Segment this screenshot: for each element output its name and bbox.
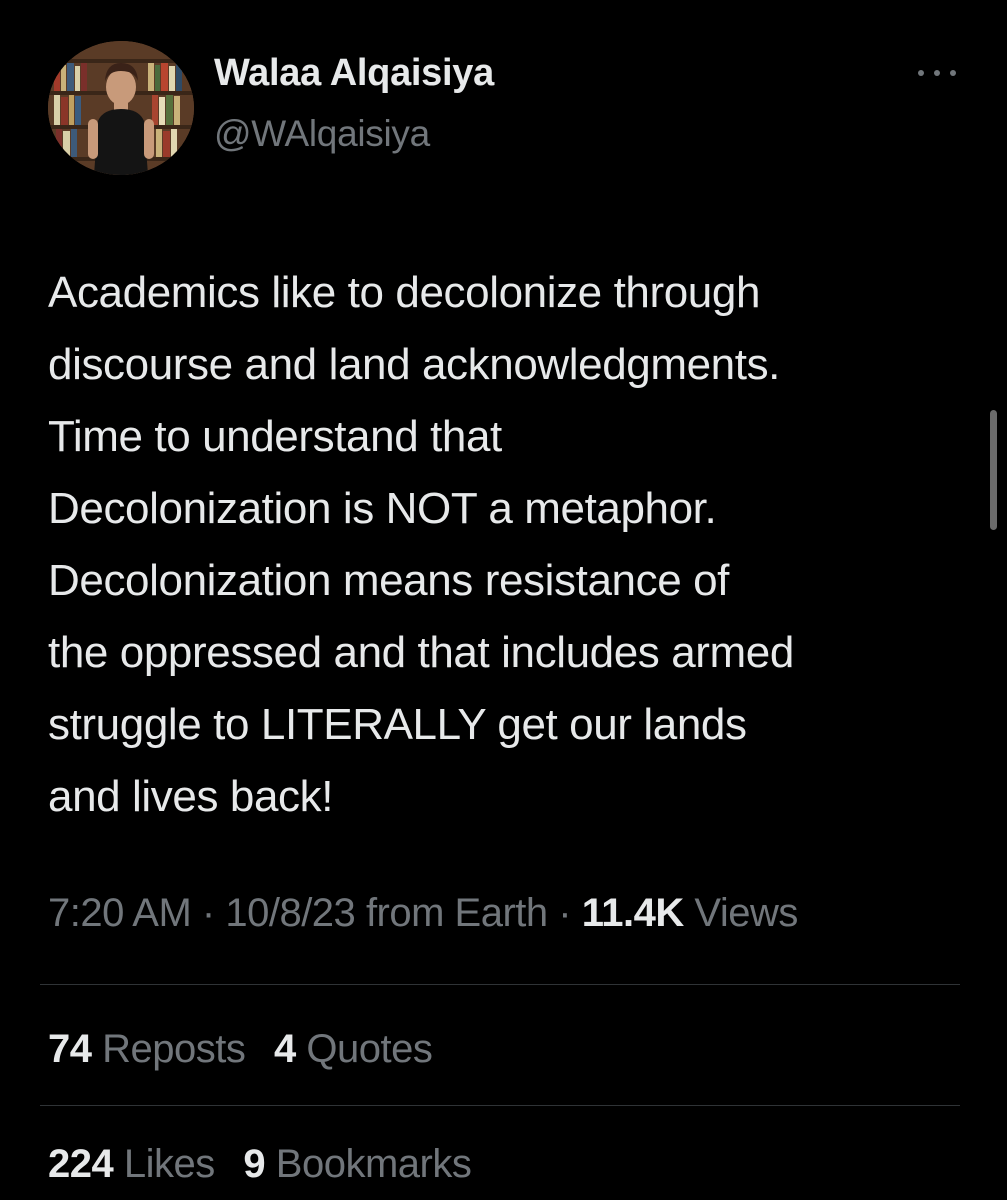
tweet-text-line: Decolonization means resistance of bbox=[48, 556, 729, 605]
tweet-time: 7:20 AM bbox=[48, 891, 192, 935]
bookmarks-stat[interactable]: 9 Bookmarks bbox=[243, 1142, 471, 1187]
meta-separator: · bbox=[558, 891, 572, 935]
tweet-text-line: Decolonization is NOT a metaphor. bbox=[48, 484, 717, 533]
stats-row-reposts: 74 Reposts 4 Quotes bbox=[48, 1027, 450, 1072]
tweet-text-line: Academics like to decolonize through bbox=[48, 268, 761, 317]
tweet-text-line: discourse and land acknowledgments. bbox=[48, 340, 781, 389]
bookmarks-label: Bookmarks bbox=[275, 1142, 472, 1186]
tweet-text-line: struggle to LITERALLY get our lands bbox=[48, 700, 747, 749]
tweet-text-line: Time to understand that bbox=[48, 412, 502, 461]
author-handle[interactable]: @WAlqaisiya bbox=[214, 113, 430, 155]
views-label: Views bbox=[694, 891, 798, 935]
more-dot bbox=[950, 70, 956, 76]
tweet-detail: Walaa Alqaisiya @WAlqaisiya Academics li… bbox=[0, 0, 1007, 1200]
tweet-source: from Earth bbox=[365, 891, 548, 935]
divider bbox=[40, 1105, 960, 1106]
tweet-text: Academics like to decolonize through dis… bbox=[48, 257, 968, 833]
more-horizontal-icon[interactable] bbox=[914, 58, 960, 88]
bookmarks-count: 9 bbox=[243, 1142, 266, 1186]
quotes-count: 4 bbox=[274, 1027, 296, 1071]
avatar[interactable] bbox=[48, 41, 194, 175]
reposts-count: 74 bbox=[48, 1027, 92, 1071]
reposts-stat[interactable]: 74 Reposts bbox=[48, 1027, 246, 1072]
tweet-date-link[interactable]: 10/8/23 bbox=[225, 891, 355, 935]
quotes-label: Quotes bbox=[306, 1027, 433, 1071]
tweet-text-line: the oppressed and that includes armed bbox=[48, 628, 794, 677]
meta-separator: · bbox=[201, 891, 215, 935]
reposts-label: Reposts bbox=[102, 1027, 246, 1071]
tweet-text-line: and lives back! bbox=[48, 772, 334, 821]
quotes-stat[interactable]: 4 Quotes bbox=[274, 1027, 433, 1072]
tweet-date: 10/8/23 bbox=[225, 891, 356, 935]
tweet-timestamp-link[interactable]: 7:20 AM bbox=[48, 891, 192, 935]
more-dot bbox=[918, 70, 924, 76]
views-count: 11.4K bbox=[581, 891, 685, 935]
author-display-name[interactable]: Walaa Alqaisiya bbox=[214, 52, 494, 95]
scrollbar[interactable] bbox=[990, 410, 997, 530]
tweet-meta: 7:20 AM · 10/8/23 from Earth · 11.4K Vie… bbox=[48, 891, 798, 936]
more-dot bbox=[934, 70, 940, 76]
avatar-image bbox=[48, 41, 194, 175]
likes-label: Likes bbox=[123, 1142, 215, 1186]
divider bbox=[40, 984, 960, 985]
stats-row-likes: 224 Likes 9 Bookmarks bbox=[48, 1142, 489, 1187]
likes-count: 224 bbox=[48, 1142, 114, 1186]
likes-stat[interactable]: 224 Likes bbox=[48, 1142, 215, 1187]
